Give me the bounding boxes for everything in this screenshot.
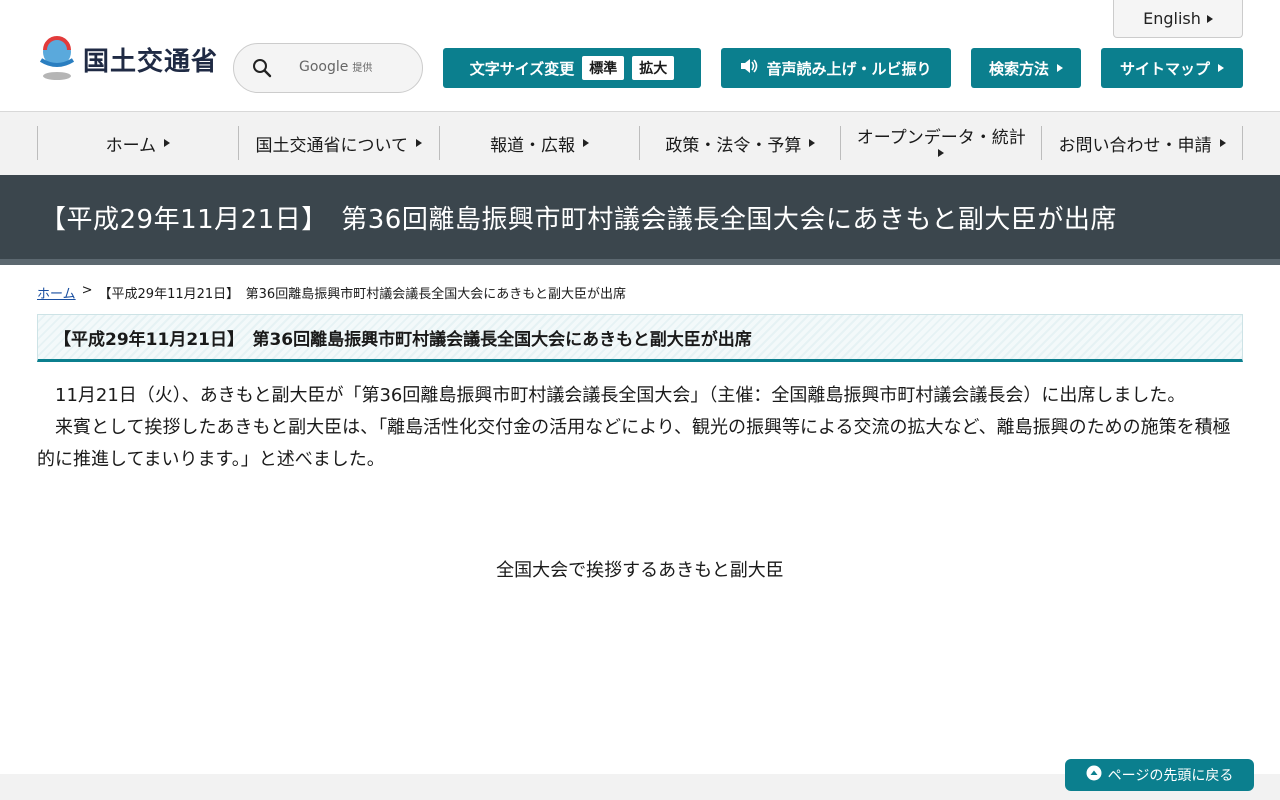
global-nav: ホーム 国土交通省について 報道・広報 政策・法令・予算 オープンデータ・統計 … bbox=[0, 112, 1280, 175]
triangle-right-icon bbox=[1218, 64, 1224, 72]
article-paragraph: 11月21日（火）、あきもと副大臣が「第36回離島振興市町村議会議長全国大会」（… bbox=[55, 385, 1186, 406]
site-search: Google 提供 bbox=[233, 43, 423, 93]
arrow-up-circle-icon bbox=[1086, 765, 1102, 785]
nav-item-open-data[interactable]: オープンデータ・統計 bbox=[840, 126, 1041, 160]
nav-item-about[interactable]: 国土交通省について bbox=[237, 126, 439, 160]
font-size-control: 文字サイズ変更 標準 拡大 bbox=[443, 48, 701, 88]
breadcrumb-current: 【平成29年11月21日】 第36回離島振興市町村議会議長全国大会にあきもと副大… bbox=[98, 287, 626, 302]
audio-ruby-button[interactable]: 音声読み上げ・ルビ振り bbox=[721, 48, 951, 88]
nav-item-label: オープンデータ・統計 bbox=[856, 127, 1026, 148]
search-method-label: 検索方法 bbox=[988, 59, 1049, 78]
page-top-label: ページの先頭に戻る bbox=[1107, 768, 1234, 784]
search-icon[interactable] bbox=[234, 43, 290, 93]
nav-item-policy[interactable]: 政策・法令・予算 bbox=[639, 126, 840, 160]
logo-text: 国土交通省 bbox=[83, 46, 219, 77]
search-input[interactable] bbox=[290, 48, 410, 88]
triangle-right-icon bbox=[1219, 139, 1226, 147]
breadcrumb-home-link[interactable]: ホーム bbox=[37, 283, 76, 302]
triangle-right-icon bbox=[583, 139, 590, 147]
triangle-right-icon bbox=[1057, 64, 1063, 72]
page-title: 【平成29年11月21日】 第36回離島振興市町村議会議長全国大会にあきもと副大… bbox=[40, 204, 1117, 235]
sitemap-label: サイトマップ bbox=[1119, 59, 1210, 78]
nav-item-contact[interactable]: お問い合わせ・申請 bbox=[1041, 126, 1243, 160]
nav-item-label: 政策・法令・予算 bbox=[665, 135, 802, 156]
nav-item-label: 国土交通省について bbox=[255, 135, 408, 156]
font-size-standard-button[interactable]: 標準 bbox=[582, 56, 625, 80]
site-header: English 国土交通省 Google 提供 文字サイズ変更 標準 拡大 音声… bbox=[0, 0, 1280, 112]
breadcrumb: ホーム > 【平成29年11月21日】 第36回離島振興市町村議会議長全国大会に… bbox=[37, 283, 626, 302]
font-size-large-button[interactable]: 拡大 bbox=[632, 56, 675, 80]
english-label: English bbox=[1143, 9, 1201, 28]
triangle-right-icon bbox=[415, 139, 422, 147]
english-link[interactable]: English bbox=[1113, 0, 1243, 38]
font-size-label: 文字サイズ変更 bbox=[469, 59, 575, 78]
triangle-right-icon bbox=[164, 139, 171, 147]
article-heading: 【平成29年11月21日】 第36回離島振興市町村議会議長全国大会にあきもと副大… bbox=[37, 314, 1243, 362]
article-paragraph: 来賓として挨拶したあきもと副大臣は、「離島活性化交付金の活用などにより、観光の振… bbox=[37, 417, 1231, 470]
audio-ruby-label: 音声読み上げ・ルビ振り bbox=[766, 59, 932, 78]
page-title-banner: 【平成29年11月21日】 第36回離島振興市町村議会議長全国大会にあきもと副大… bbox=[0, 175, 1280, 265]
page-top-button[interactable]: ページの先頭に戻る bbox=[1065, 759, 1254, 791]
triangle-right-icon bbox=[938, 149, 945, 158]
photo-caption: 全国大会で挨拶するあきもと副大臣 bbox=[496, 560, 784, 581]
triangle-right-icon bbox=[809, 139, 816, 147]
article-heading-text: 【平成29年11月21日】 第36回離島振興市町村議会議長全国大会にあきもと副大… bbox=[54, 329, 752, 350]
nav-item-label: ホーム bbox=[105, 135, 157, 156]
nav-item-home[interactable]: ホーム bbox=[37, 126, 238, 160]
nav-item-label: 報道・広報 bbox=[490, 135, 576, 156]
article-body: 11月21日（火）、あきもと副大臣が「第36回離島振興市町村議会議長全国大会」（… bbox=[37, 380, 1247, 476]
sitemap-button[interactable]: サイトマップ bbox=[1101, 48, 1243, 88]
triangle-right-icon bbox=[1206, 14, 1213, 23]
speaker-icon bbox=[740, 58, 758, 78]
nav-item-press[interactable]: 報道・広報 bbox=[438, 126, 640, 160]
site-logo[interactable]: 国土交通省 bbox=[37, 36, 218, 82]
nav-item-label: お問い合わせ・申請 bbox=[1058, 135, 1212, 156]
mlit-logo-icon bbox=[37, 36, 77, 82]
search-method-button[interactable]: 検索方法 bbox=[971, 48, 1081, 88]
breadcrumb-separator: > bbox=[81, 283, 93, 298]
